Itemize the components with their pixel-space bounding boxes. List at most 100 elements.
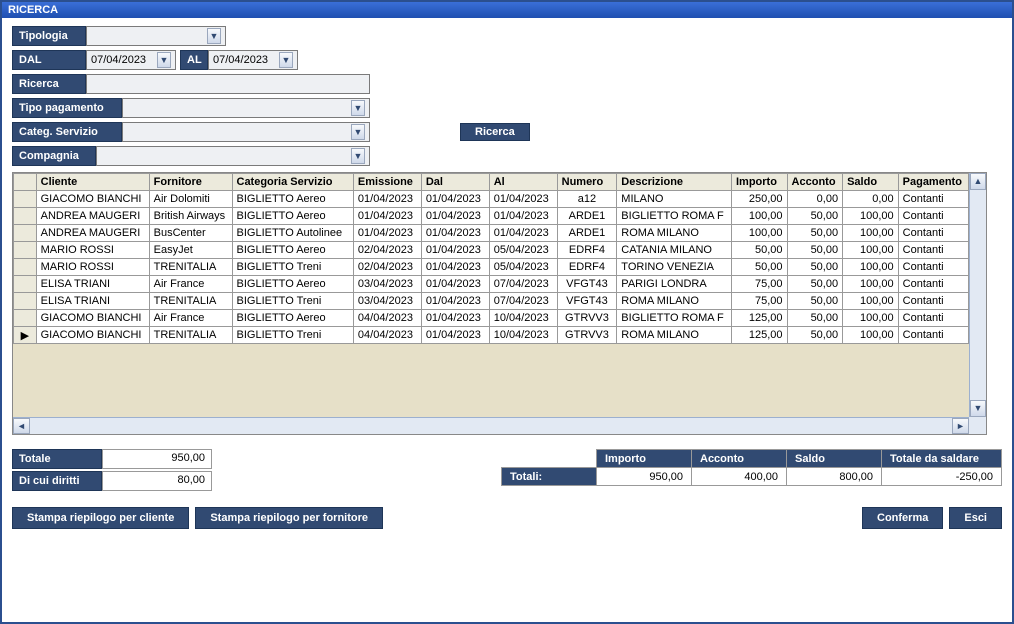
cell-saldo[interactable]: 100,00: [843, 225, 899, 242]
dal-date[interactable]: 07/04/2023 ▼: [86, 50, 176, 70]
cell-importo[interactable]: 50,00: [732, 242, 788, 259]
cell-importo[interactable]: 100,00: [732, 208, 788, 225]
cell-cliente[interactable]: GIACOMO BIANCHI: [36, 310, 149, 327]
scroll-down-icon[interactable]: ▼: [970, 400, 986, 417]
cell-emissione[interactable]: 03/04/2023: [353, 276, 421, 293]
cell-numero[interactable]: VFGT43: [557, 276, 617, 293]
cell-emissione[interactable]: 01/04/2023: [353, 191, 421, 208]
cell-importo[interactable]: 250,00: [732, 191, 788, 208]
col-descrizione[interactable]: Descrizione: [617, 174, 732, 191]
cell-emissione[interactable]: 02/04/2023: [353, 259, 421, 276]
cell-dal[interactable]: 01/04/2023: [421, 259, 489, 276]
cell-descrizione[interactable]: BIGLIETTO ROMA F: [617, 310, 732, 327]
cell-importo[interactable]: 75,00: [732, 293, 788, 310]
esci-button[interactable]: Esci: [949, 507, 1002, 529]
col-dal[interactable]: Dal: [421, 174, 489, 191]
cell-acconto[interactable]: 50,00: [787, 293, 843, 310]
stampa-riepilogo-cliente-button[interactable]: Stampa riepilogo per cliente: [12, 507, 189, 529]
cell-fornitore[interactable]: Air Dolomiti: [149, 191, 232, 208]
cell-pagamento[interactable]: Contanti: [898, 276, 968, 293]
cell-pagamento[interactable]: Contanti: [898, 310, 968, 327]
cell-categoria[interactable]: BIGLIETTO Aereo: [232, 208, 353, 225]
cell-dal[interactable]: 01/04/2023: [421, 327, 489, 344]
cell-numero[interactable]: GTRVV3: [557, 327, 617, 344]
cell-saldo[interactable]: 100,00: [843, 310, 899, 327]
table-row[interactable]: GIACOMO BIANCHIAir FranceBIGLIETTO Aereo…: [14, 310, 969, 327]
cell-cliente[interactable]: GIACOMO BIANCHI: [36, 327, 149, 344]
cell-acconto[interactable]: 0,00: [787, 191, 843, 208]
cell-numero[interactable]: ARDE1: [557, 225, 617, 242]
conferma-button[interactable]: Conferma: [862, 507, 943, 529]
cell-pagamento[interactable]: Contanti: [898, 208, 968, 225]
cell-numero[interactable]: a12: [557, 191, 617, 208]
col-categoria-servizio[interactable]: Categoria Servizio: [232, 174, 353, 191]
cell-categoria[interactable]: BIGLIETTO Aereo: [232, 191, 353, 208]
tipologia-combo[interactable]: ▼: [86, 26, 226, 46]
cell-fornitore[interactable]: TRENITALIA: [149, 327, 232, 344]
scroll-left-icon[interactable]: ◄: [13, 418, 30, 434]
cell-al[interactable]: 07/04/2023: [489, 293, 557, 310]
compagnia-combo[interactable]: ▼: [96, 146, 370, 166]
cell-pagamento[interactable]: Contanti: [898, 191, 968, 208]
horizontal-scrollbar[interactable]: ◄ ►: [13, 417, 969, 434]
scroll-right-icon[interactable]: ►: [952, 418, 969, 434]
cell-pagamento[interactable]: Contanti: [898, 293, 968, 310]
cell-fornitore[interactable]: British Airways: [149, 208, 232, 225]
cell-al[interactable]: 05/04/2023: [489, 259, 557, 276]
col-al[interactable]: Al: [489, 174, 557, 191]
stampa-riepilogo-fornitore-button[interactable]: Stampa riepilogo per fornitore: [195, 507, 383, 529]
cell-al[interactable]: 10/04/2023: [489, 327, 557, 344]
cell-importo[interactable]: 125,00: [732, 327, 788, 344]
cell-numero[interactable]: VFGT43: [557, 293, 617, 310]
cell-emissione[interactable]: 01/04/2023: [353, 225, 421, 242]
cell-al[interactable]: 07/04/2023: [489, 276, 557, 293]
cell-dal[interactable]: 01/04/2023: [421, 242, 489, 259]
cell-numero[interactable]: GTRVV3: [557, 310, 617, 327]
cell-descrizione[interactable]: ROMA MILANO: [617, 327, 732, 344]
cell-cliente[interactable]: MARIO ROSSI: [36, 259, 149, 276]
cell-emissione[interactable]: 01/04/2023: [353, 208, 421, 225]
cell-dal[interactable]: 01/04/2023: [421, 191, 489, 208]
cell-cliente[interactable]: ANDREA MAUGERI: [36, 225, 149, 242]
cell-acconto[interactable]: 50,00: [787, 310, 843, 327]
cell-emissione[interactable]: 04/04/2023: [353, 327, 421, 344]
cell-numero[interactable]: EDRF4: [557, 242, 617, 259]
cell-cliente[interactable]: MARIO ROSSI: [36, 242, 149, 259]
cell-acconto[interactable]: 50,00: [787, 276, 843, 293]
cell-fornitore[interactable]: Air France: [149, 276, 232, 293]
results-grid[interactable]: ClienteFornitoreCategoria ServizioEmissi…: [12, 172, 987, 435]
table-row[interactable]: MARIO ROSSIEasyJetBIGLIETTO Aereo02/04/2…: [14, 242, 969, 259]
cell-cliente[interactable]: ELISA TRIANI: [36, 276, 149, 293]
cell-descrizione[interactable]: MILANO: [617, 191, 732, 208]
cell-importo[interactable]: 125,00: [732, 310, 788, 327]
cell-categoria[interactable]: BIGLIETTO Aereo: [232, 242, 353, 259]
cell-dal[interactable]: 01/04/2023: [421, 276, 489, 293]
cell-al[interactable]: 10/04/2023: [489, 310, 557, 327]
cell-acconto[interactable]: 50,00: [787, 242, 843, 259]
cell-dal[interactable]: 01/04/2023: [421, 225, 489, 242]
cell-descrizione[interactable]: ROMA MILANO: [617, 293, 732, 310]
cell-fornitore[interactable]: BusCenter: [149, 225, 232, 242]
cell-descrizione[interactable]: BIGLIETTO ROMA F: [617, 208, 732, 225]
col-saldo[interactable]: Saldo: [843, 174, 899, 191]
col-emissione[interactable]: Emissione: [353, 174, 421, 191]
cell-acconto[interactable]: 50,00: [787, 259, 843, 276]
cell-categoria[interactable]: BIGLIETTO Aereo: [232, 310, 353, 327]
cell-saldo[interactable]: 0,00: [843, 191, 899, 208]
cell-pagamento[interactable]: Contanti: [898, 327, 968, 344]
tipo-pagamento-combo[interactable]: ▼: [122, 98, 370, 118]
cell-descrizione[interactable]: TORINO VENEZIA: [617, 259, 732, 276]
cell-saldo[interactable]: 100,00: [843, 327, 899, 344]
cell-descrizione[interactable]: PARIGI LONDRA: [617, 276, 732, 293]
cell-emissione[interactable]: 03/04/2023: [353, 293, 421, 310]
cell-emissione[interactable]: 04/04/2023: [353, 310, 421, 327]
cell-al[interactable]: 01/04/2023: [489, 208, 557, 225]
cell-dal[interactable]: 01/04/2023: [421, 208, 489, 225]
table-row[interactable]: GIACOMO BIANCHIAir DolomitiBIGLIETTO Aer…: [14, 191, 969, 208]
cell-al[interactable]: 05/04/2023: [489, 242, 557, 259]
cell-pagamento[interactable]: Contanti: [898, 225, 968, 242]
col-acconto[interactable]: Acconto: [787, 174, 843, 191]
cell-importo[interactable]: 75,00: [732, 276, 788, 293]
cell-cliente[interactable]: GIACOMO BIANCHI: [36, 191, 149, 208]
table-row[interactable]: ELISA TRIANIAir FranceBIGLIETTO Aereo03/…: [14, 276, 969, 293]
